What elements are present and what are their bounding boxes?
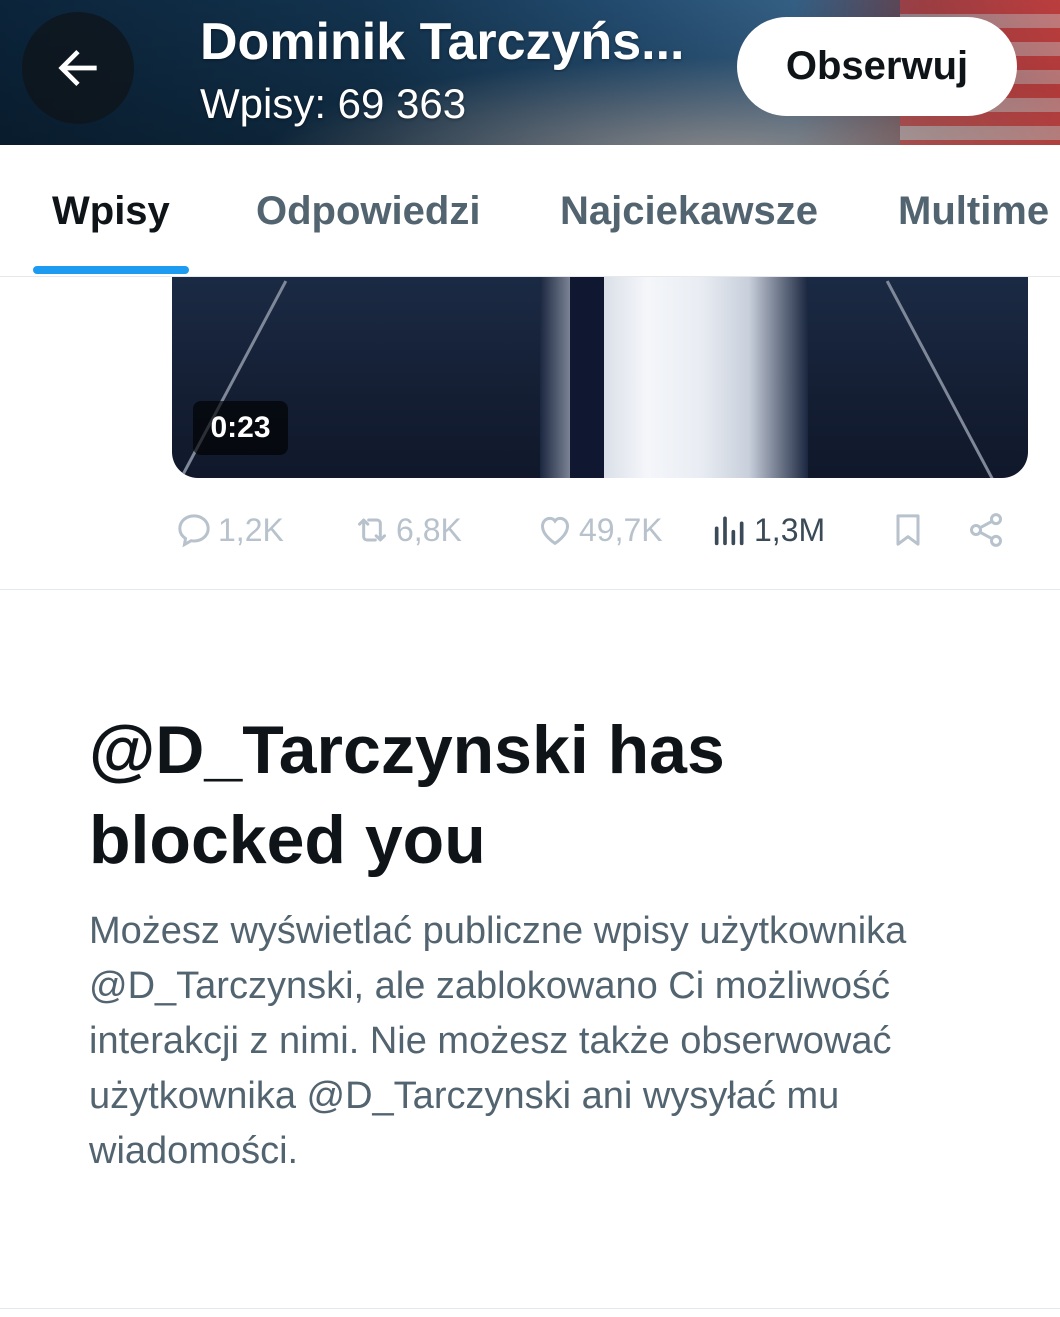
analytics-icon <box>714 516 744 546</box>
profile-tabs: Wpisy Odpowiedzi Najciekawsze Multime <box>0 145 1060 277</box>
post-action-bar: 1,2K 6,8K 49,7K 1,3M <box>0 500 1060 560</box>
active-tab-indicator <box>33 266 189 274</box>
profile-header: Dominik Tarczyńs... Wpisy: 69 363 Obserw… <box>0 0 1060 145</box>
views-button[interactable]: 1,3M <box>710 500 825 560</box>
blocked-heading: @D_Tarczynski has blocked you <box>89 712 725 878</box>
divider <box>0 589 1060 590</box>
share-button[interactable] <box>966 500 1006 560</box>
tab-replies[interactable]: Odpowiedzi <box>256 145 480 277</box>
repost-count: 6,8K <box>396 511 462 548</box>
blocked-description: Możesz wyświetlać publiczne wpisy użytko… <box>89 910 907 1172</box>
video-player[interactable]: 0:23 <box>172 277 1028 478</box>
bookmark-button[interactable] <box>888 500 928 560</box>
posts-count: Wpisy: 69 363 <box>200 80 467 127</box>
follow-button[interactable]: Obserwuj <box>737 17 1017 116</box>
reply-icon <box>178 514 210 548</box>
repost-icon <box>358 518 386 542</box>
divider <box>0 1308 1060 1309</box>
heart-icon <box>540 516 570 546</box>
profile-name: Dominik Tarczyńs... <box>200 13 685 71</box>
video-frame-tie <box>570 277 604 478</box>
video-duration-badge: 0:23 <box>193 401 288 455</box>
bookmark-icon <box>896 514 920 546</box>
arrow-left-icon <box>58 50 97 86</box>
like-button[interactable]: 49,7K <box>535 500 663 560</box>
video-frame-mic <box>885 280 1002 478</box>
like-count: 49,7K <box>579 511 663 548</box>
reply-count: 1,2K <box>218 511 284 548</box>
tab-media[interactable]: Multime <box>898 145 1049 277</box>
share-icon <box>969 513 1003 547</box>
tab-posts[interactable]: Wpisy <box>52 145 170 277</box>
tab-highlights[interactable]: Najciekawsze <box>560 145 818 277</box>
view-count: 1,3M <box>754 511 826 548</box>
reply-button[interactable]: 1,2K <box>174 500 284 560</box>
repost-button[interactable]: 6,8K <box>352 500 462 560</box>
back-button[interactable] <box>22 12 134 124</box>
